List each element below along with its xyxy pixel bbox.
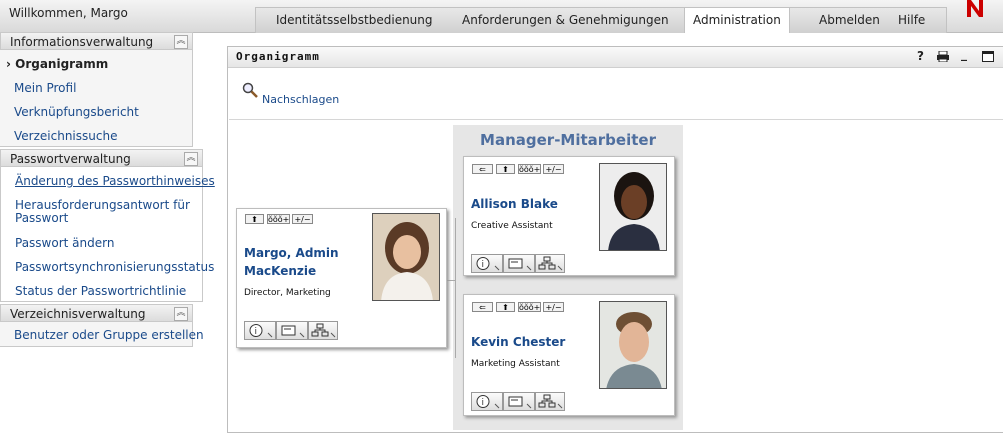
- employee-photo: [599, 301, 667, 389]
- magnifier-icon[interactable]: [242, 82, 260, 103]
- expand-collapse-icon[interactable]: +/−: [292, 214, 313, 224]
- sidebar-section-informationsverwaltung[interactable]: Informationsverwaltung ︽: [0, 32, 193, 50]
- sidebar-section-body: Benutzer oder Gruppe erstellen: [0, 322, 204, 347]
- print-icon[interactable]: [937, 50, 949, 65]
- portlet-titlebar: Organigramm ? _: [228, 47, 1003, 68]
- sidebar-item-herausforderungsantwort-cont[interactable]: Passwort: [15, 211, 68, 225]
- expand-collapse-icon[interactable]: +/−: [543, 302, 564, 312]
- collapse-icon[interactable]: ︽: [174, 35, 188, 49]
- sidebar-section-passwortverwaltung[interactable]: Passwortverwaltung ︽: [0, 149, 203, 167]
- to-manager-icon[interactable]: ⇐: [472, 302, 493, 312]
- svg-text:i: i: [255, 327, 258, 337]
- manager-job-title: Director, Marketing: [244, 288, 331, 298]
- divider: [229, 119, 1003, 120]
- collapse-icon[interactable]: ︽: [184, 152, 198, 166]
- info-icon[interactable]: i: [471, 254, 503, 273]
- tab-requests-approvals[interactable]: Anforderungen & Genehmigungen: [462, 13, 669, 27]
- employee-card: ⇐ ⬆ ŏŏŏ+ +/− Allison Blake Creative Assi…: [463, 156, 675, 276]
- employee-job-title: Marketing Assistant: [471, 359, 560, 369]
- orgchart-icon[interactable]: [535, 392, 565, 411]
- sidebar-item-verzeichnissuche[interactable]: Verzeichnissuche: [14, 129, 117, 143]
- manager-card: ⬆ ŏŏŏ+ +/− Margo, Admin MacKenzie Direct…: [236, 208, 447, 348]
- info-icon[interactable]: i: [244, 321, 276, 340]
- team-icon[interactable]: ŏŏŏ+: [267, 214, 290, 224]
- lookup-link[interactable]: Nachschlagen: [262, 93, 339, 106]
- tab-administration[interactable]: Administration: [684, 7, 790, 33]
- sidebar-item-passwortsynchronisierungsstatus[interactable]: Passwortsynchronisierungsstatus: [15, 260, 214, 274]
- svg-text:i: i: [482, 398, 485, 408]
- main-tabs: Identitätsselbstbedienung Anforderungen …: [255, 7, 947, 33]
- team-icon[interactable]: ŏŏŏ+: [518, 302, 541, 312]
- employee-photo: [599, 163, 667, 251]
- sidebar-item-benutzer-erstellen[interactable]: Benutzer oder Gruppe erstellen: [14, 328, 204, 342]
- top-bar: Willkommen, Margo Identitätsselbstbedien…: [0, 0, 1003, 33]
- section-title: Verzeichnisverwaltung: [10, 307, 146, 321]
- employee-job-title: Creative Assistant: [471, 221, 553, 231]
- employee-name[interactable]: Kevin Chester: [471, 333, 565, 351]
- sidebar-section-body: Änderung des Passworthinweises Herausfor…: [0, 167, 215, 302]
- maximize-icon[interactable]: [982, 51, 994, 65]
- manager-name-line1[interactable]: Margo, Admin: [244, 244, 339, 262]
- up-arrow-icon[interactable]: ⬆: [245, 214, 264, 224]
- sidebar-item-mein-profil[interactable]: Mein Profil: [14, 81, 76, 95]
- connector-line: [455, 218, 456, 358]
- expand-collapse-icon[interactable]: +/−: [543, 164, 564, 174]
- orgchart-icon[interactable]: [535, 254, 565, 273]
- collapse-icon[interactable]: ︽: [174, 307, 188, 321]
- email-icon[interactable]: [503, 254, 535, 273]
- tab-self-service[interactable]: Identitätsselbstbedienung: [276, 13, 433, 27]
- manager-photo: [372, 213, 440, 301]
- up-arrow-icon[interactable]: ⬆: [496, 302, 515, 312]
- welcome-text: Willkommen, Margo: [9, 6, 128, 20]
- sidebar-section-body: › Organigramm Mein Profil Verknüpfungsbe…: [0, 50, 193, 147]
- to-manager-icon[interactable]: ⇐: [472, 164, 493, 174]
- manager-employees-heading: Manager-Mitarbeiter: [480, 131, 656, 149]
- sidebar-item-passworthinweis[interactable]: Änderung des Passworthinweises: [15, 174, 215, 188]
- email-icon[interactable]: [503, 392, 535, 411]
- team-icon[interactable]: ŏŏŏ+: [518, 164, 541, 174]
- help-icon[interactable]: ?: [917, 49, 924, 63]
- sidebar-item-passwort-aendern[interactable]: Passwort ändern: [15, 236, 114, 250]
- sidebar-section-verzeichnisverwaltung[interactable]: Verzeichnisverwaltung ︽: [0, 304, 193, 322]
- section-title: Passwortverwaltung: [10, 152, 131, 166]
- portlet-title: Organigramm: [236, 50, 320, 63]
- sidebar-item-verknuepfungsbericht[interactable]: Verknüpfungsbericht: [14, 105, 139, 119]
- up-arrow-icon[interactable]: ⬆: [496, 164, 515, 174]
- tab-logout[interactable]: Abmelden: [819, 13, 880, 27]
- sidebar-item-status-passwortrichtlinie[interactable]: Status der Passwortrichtlinie: [15, 284, 186, 298]
- svg-text:i: i: [482, 260, 485, 270]
- orgchart-icon[interactable]: [308, 321, 338, 340]
- employee-name[interactable]: Allison Blake: [471, 195, 558, 213]
- manager-name-line2[interactable]: MacKenzie: [244, 262, 316, 280]
- employee-card: ⇐ ⬆ ŏŏŏ+ +/− Kevin Chester Marketing Ass…: [463, 294, 675, 416]
- email-icon[interactable]: [276, 321, 308, 340]
- sidebar-item-herausforderungsantwort[interactable]: Herausforderungsantwort für: [15, 198, 190, 212]
- novell-logo: [967, 0, 983, 17]
- info-icon[interactable]: i: [471, 392, 503, 411]
- tab-help[interactable]: Hilfe: [898, 13, 925, 27]
- section-title: Informationsverwaltung: [10, 35, 154, 49]
- sidebar-item-organigramm[interactable]: › Organigramm: [6, 57, 108, 71]
- minimize-icon[interactable]: _: [961, 47, 967, 61]
